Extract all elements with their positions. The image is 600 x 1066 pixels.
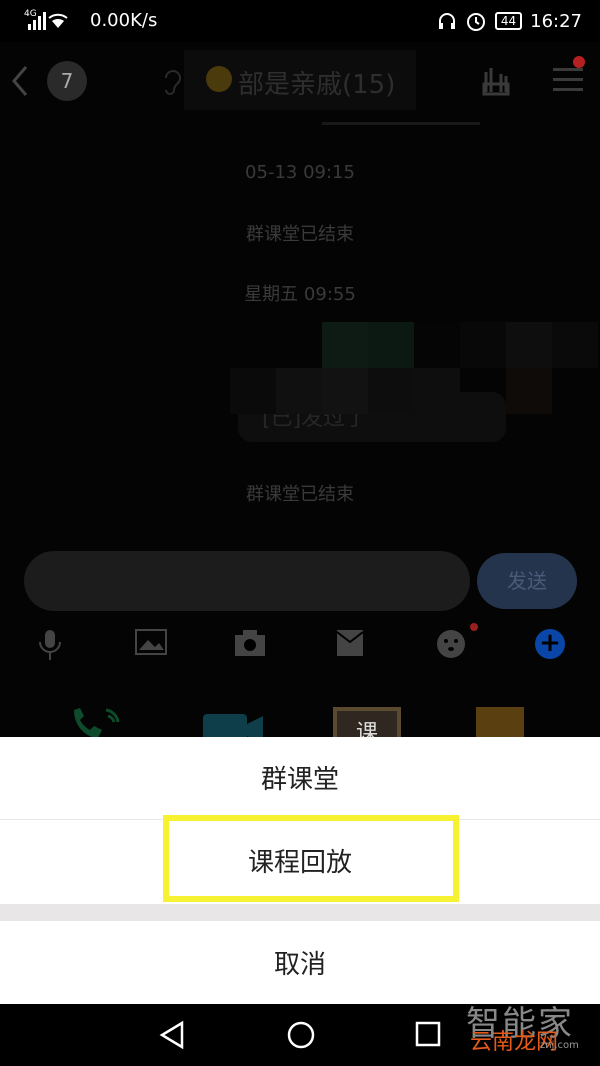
option-group-class[interactable]: 群课堂 [0,759,600,796]
chat-top-bar: 7 部是亲戚(15) [0,42,600,125]
ear-icon [165,70,182,95]
chat-screen: 7 部是亲戚(15) 05-13 09:15 群课堂已结束 星期五 09:55 … [0,42,600,737]
headphones-icon [438,13,455,29]
video-call-icon[interactable] [201,702,267,737]
signal-wifi-icon [28,12,68,30]
menu-icon[interactable] [553,66,583,94]
group-class-icon[interactable]: 课 [333,707,401,737]
alarm-icon [466,13,485,31]
back-chevron-icon[interactable] [10,64,30,98]
phone-call-icon[interactable] [68,702,128,737]
clock: 16:27 [530,10,582,32]
battery-indicator: 44 [494,12,523,30]
send-button[interactable]: 发送 [477,553,577,609]
group-avatar-icon [206,66,232,92]
emoji-icon[interactable] [435,628,467,660]
home-circle-icon[interactable] [286,1020,316,1050]
system-message: 群课堂已结束 [246,484,354,505]
plus-icon[interactable]: + [535,629,565,659]
recents-square-icon[interactable] [414,1020,442,1050]
message-input[interactable] [24,551,470,611]
group-title[interactable]: 部是亲戚(15) [238,64,395,101]
microphone-icon[interactable] [37,628,63,662]
emoji-notification-dot [470,623,478,631]
system-message: 群课堂已结束 [246,224,354,245]
hand-gesture-icon[interactable] [478,62,514,98]
section-gap [0,904,600,921]
network-speed: 0.00K/s [90,10,158,31]
unread-count-badge[interactable]: 7 [47,61,87,101]
red-packet-icon[interactable] [336,628,364,658]
message-timestamp: 05-13 09:15 [245,162,355,183]
message-timestamp: 星期五 09:55 [244,284,356,305]
title-underline [322,122,480,125]
status-bar: 4G 0.00K/s 44 16:27 [0,0,600,42]
back-triangle-icon[interactable] [158,1020,186,1050]
highlight-box [163,815,459,902]
camera-icon[interactable] [234,628,266,658]
action-sheet: 群课堂 课程回放 取消 [0,737,600,1004]
watermark-domain: znj.com [540,1040,579,1051]
mosaic-redaction [230,322,600,440]
file-icon[interactable] [476,707,524,737]
cancel-button[interactable]: 取消 [0,944,600,981]
image-icon[interactable] [135,628,167,658]
menu-notification-dot [573,56,585,68]
